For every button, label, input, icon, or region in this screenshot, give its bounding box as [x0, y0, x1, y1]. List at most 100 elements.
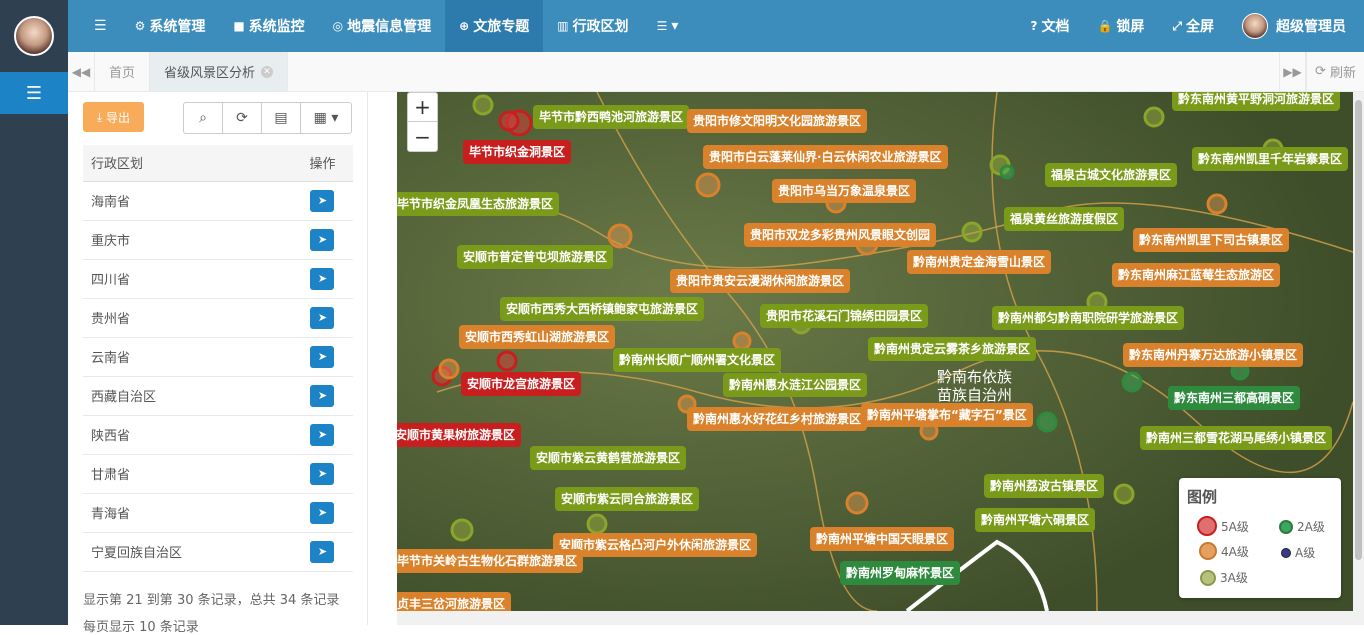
scenic-area-label[interactable]: 安顺市龙宫旅游景区: [461, 372, 582, 396]
region-name: 云南省: [83, 337, 284, 377]
scenic-area-label[interactable]: 贵阳市修文阳明文化园旅游景区: [687, 109, 868, 133]
tab-home[interactable]: 首页: [95, 52, 151, 91]
scenic-area-label[interactable]: 贵阳市双龙多彩贵州风景眼文创园: [744, 223, 937, 247]
scenic-area-label[interactable]: 贵阳市白云蓬莱仙界·白云休闲农业旅游景区: [703, 145, 948, 169]
scenic-marker[interactable]: [1036, 411, 1058, 433]
scenic-marker[interactable]: [498, 110, 520, 132]
scenic-area-label[interactable]: 贞丰三岔河旅游景区: [397, 592, 512, 611]
scenic-area-label[interactable]: 黔东南州麻江蓝莓生态旅游区: [1112, 263, 1281, 287]
scrollbar-thumb[interactable]: [1355, 100, 1362, 560]
scenic-area-label[interactable]: 安顺市紫云格凸河户外休闲旅游景区: [553, 533, 758, 557]
scenic-area-label[interactable]: 安顺市西秀虹山湖旅游景区: [459, 325, 616, 349]
locate-button[interactable]: ➤: [310, 345, 335, 368]
scenic-area-label[interactable]: 黔南州惠水好花红乡村旅游景区: [687, 407, 868, 431]
scenic-area-label[interactable]: 毕节市黔西鸭池河旅游景区: [533, 105, 690, 129]
scenic-marker[interactable]: [845, 491, 869, 515]
zoom-out-button[interactable]: −: [408, 122, 437, 151]
scenic-area-label[interactable]: 黔南州都匀黔南职院研学旅游景区: [992, 306, 1185, 330]
nav-lock[interactable]: 🔒 锁屏: [1083, 0, 1158, 52]
nav-system-monitor[interactable]: ■ 系统监控: [219, 0, 318, 52]
nav-culture-tourism[interactable]: ⊕ 文旅专题: [445, 0, 544, 52]
reload-button[interactable]: ⟳: [223, 103, 262, 133]
scenic-area-label[interactable]: 安顺市紫云黄鹤营旅游景区: [530, 446, 687, 470]
scenic-marker[interactable]: [607, 223, 633, 249]
scenic-area-label[interactable]: 黔南州贵定云雾茶乡旅游景区: [868, 337, 1037, 361]
scenic-area-label[interactable]: 贵阳市花溪石门锦绣田园景区: [760, 304, 929, 328]
tab-close-icon[interactable]: ✕: [261, 65, 274, 78]
scenic-area-label[interactable]: 黔东南州凯里千年岩寨景区: [1192, 147, 1349, 171]
locate-button[interactable]: ➤: [310, 462, 335, 485]
tabs-scroll-left[interactable]: ◀◀: [68, 52, 95, 91]
scenic-area-label[interactable]: 黔南州荔波古镇景区: [984, 474, 1105, 498]
nav-fullscreen[interactable]: ⤢ 全屏: [1158, 0, 1228, 52]
scenic-area-label[interactable]: 毕节市织金洞景区: [463, 140, 572, 164]
scenic-area-label[interactable]: 安顺市黄果树旅游景区: [397, 423, 522, 447]
locate-button[interactable]: ➤: [310, 228, 335, 251]
scenic-area-label[interactable]: 福泉黄丝旅游度假区: [1004, 207, 1125, 231]
scenic-marker[interactable]: [472, 94, 494, 116]
scenic-marker[interactable]: [999, 164, 1015, 180]
refresh-tab-button[interactable]: ⟳ 刷新: [1305, 52, 1364, 91]
export-button[interactable]: ⤓ 导出: [83, 102, 144, 132]
scenic-marker[interactable]: [496, 350, 518, 372]
map-view[interactable]: 黔南布依族 苗族自治州 毕节市黔西鸭池河旅游景区 贵阳市修文阳明文化园旅游景区 黔东…: [397, 92, 1353, 611]
nav-admin-region[interactable]: ▥ 行政区划: [543, 0, 642, 52]
sidebar-header: [0, 0, 68, 72]
scenic-area-label[interactable]: 黔南州长顺广顺州署文化景区: [613, 348, 782, 372]
scenic-area-label[interactable]: 黔南州贵定金海雪山景区: [907, 250, 1052, 274]
nav-earthquake-info[interactable]: ◎ 地震信息管理: [319, 0, 445, 52]
locate-button[interactable]: ➤: [310, 189, 335, 212]
scenic-marker[interactable]: [1121, 371, 1143, 393]
columns-dropdown-button[interactable]: ▦ ▾: [301, 103, 351, 133]
scenic-marker[interactable]: [1143, 106, 1165, 128]
scenic-area-label[interactable]: 黔南州罗甸麻怀景区: [840, 561, 961, 585]
scenic-marker[interactable]: [695, 172, 721, 198]
locate-button[interactable]: ➤: [310, 306, 335, 329]
scenic-area-label[interactable]: 黔东南州黄平野洞河旅游景区: [1172, 92, 1341, 111]
scenic-marker[interactable]: [450, 518, 474, 542]
scenic-area-label[interactable]: 安顺市西秀大西桥镇鲍家屯旅游景区: [500, 297, 705, 321]
scenic-area-label[interactable]: 安顺市普定普屯坝旅游景区: [457, 245, 614, 269]
locate-button[interactable]: ➤: [310, 540, 335, 563]
nav-system-manage[interactable]: ⚙ 系统管理: [121, 0, 220, 52]
scenic-marker[interactable]: [438, 358, 460, 380]
scenic-area-label[interactable]: 毕节市织金凤凰生态旅游景区: [397, 192, 560, 216]
zoom-in-button[interactable]: +: [408, 93, 437, 122]
tab-scenic-analysis[interactable]: 省级风景区分析 ✕: [150, 52, 289, 91]
scenic-area-label[interactable]: 毕节市关岭古生物化石群旅游景区: [397, 549, 584, 573]
locate-button[interactable]: ➤: [310, 384, 335, 407]
legend-4a-icon: [1199, 542, 1217, 560]
scenic-area-label[interactable]: 黔南州三都雪花湖马尾绣小镇景区: [1140, 426, 1333, 450]
scenic-area-label[interactable]: 安顺市紫云同合旅游景区: [555, 487, 700, 511]
locate-button[interactable]: ➤: [310, 267, 335, 290]
legend-5a-icon: [1197, 516, 1217, 536]
search-button[interactable]: ⌕: [184, 103, 223, 133]
sidebar-menu-toggle[interactable]: ☰: [0, 72, 68, 114]
sidebar-avatar[interactable]: [14, 16, 54, 56]
scenic-marker[interactable]: [1206, 193, 1228, 215]
scenic-area-label[interactable]: 黔东南州丹寨万达旅游小镇景区: [1123, 343, 1304, 367]
vertical-scrollbar[interactable]: [1353, 92, 1364, 611]
scenic-marker[interactable]: [961, 221, 983, 243]
scenic-marker[interactable]: [586, 513, 608, 535]
scenic-area-label[interactable]: 黔南州平塘六硐景区: [975, 508, 1096, 532]
locate-button[interactable]: ➤: [310, 423, 335, 446]
horizontal-scrollbar[interactable]: [397, 611, 1364, 625]
scenic-area-label[interactable]: 黔东南州凯里下司古镇景区: [1133, 228, 1290, 252]
scenic-area-label[interactable]: 黔南州平塘中国天眼景区: [810, 527, 955, 551]
tabs-scroll-right[interactable]: ▶▶: [1278, 52, 1306, 91]
scenic-area-label[interactable]: 黔南州惠水涟江公园景区: [723, 373, 868, 397]
menu-toggle-button[interactable]: ☰: [68, 0, 121, 52]
scenic-area-label[interactable]: 福泉古城文化旅游景区: [1045, 163, 1178, 187]
nav-docs[interactable]: ? 文档: [1016, 0, 1083, 52]
scenic-area-label[interactable]: 贵阳市贵安云漫湖休闲旅游景区: [670, 269, 851, 293]
nav-more-dropdown[interactable]: ☰ ▾: [643, 0, 693, 52]
scenic-area-label[interactable]: 黔南州平塘掌布“藏字石”景区: [861, 403, 1033, 427]
scenic-marker[interactable]: [732, 331, 752, 351]
nav-user[interactable]: 超级管理员: [1228, 0, 1364, 52]
scenic-area-label[interactable]: 黔东南州三都高硐景区: [1168, 386, 1301, 410]
toggle-view-button[interactable]: ▤: [262, 103, 301, 133]
scenic-area-label[interactable]: 贵阳市乌当万象温泉景区: [772, 179, 917, 203]
locate-button[interactable]: ➤: [310, 501, 335, 524]
scenic-marker[interactable]: [1113, 483, 1135, 505]
